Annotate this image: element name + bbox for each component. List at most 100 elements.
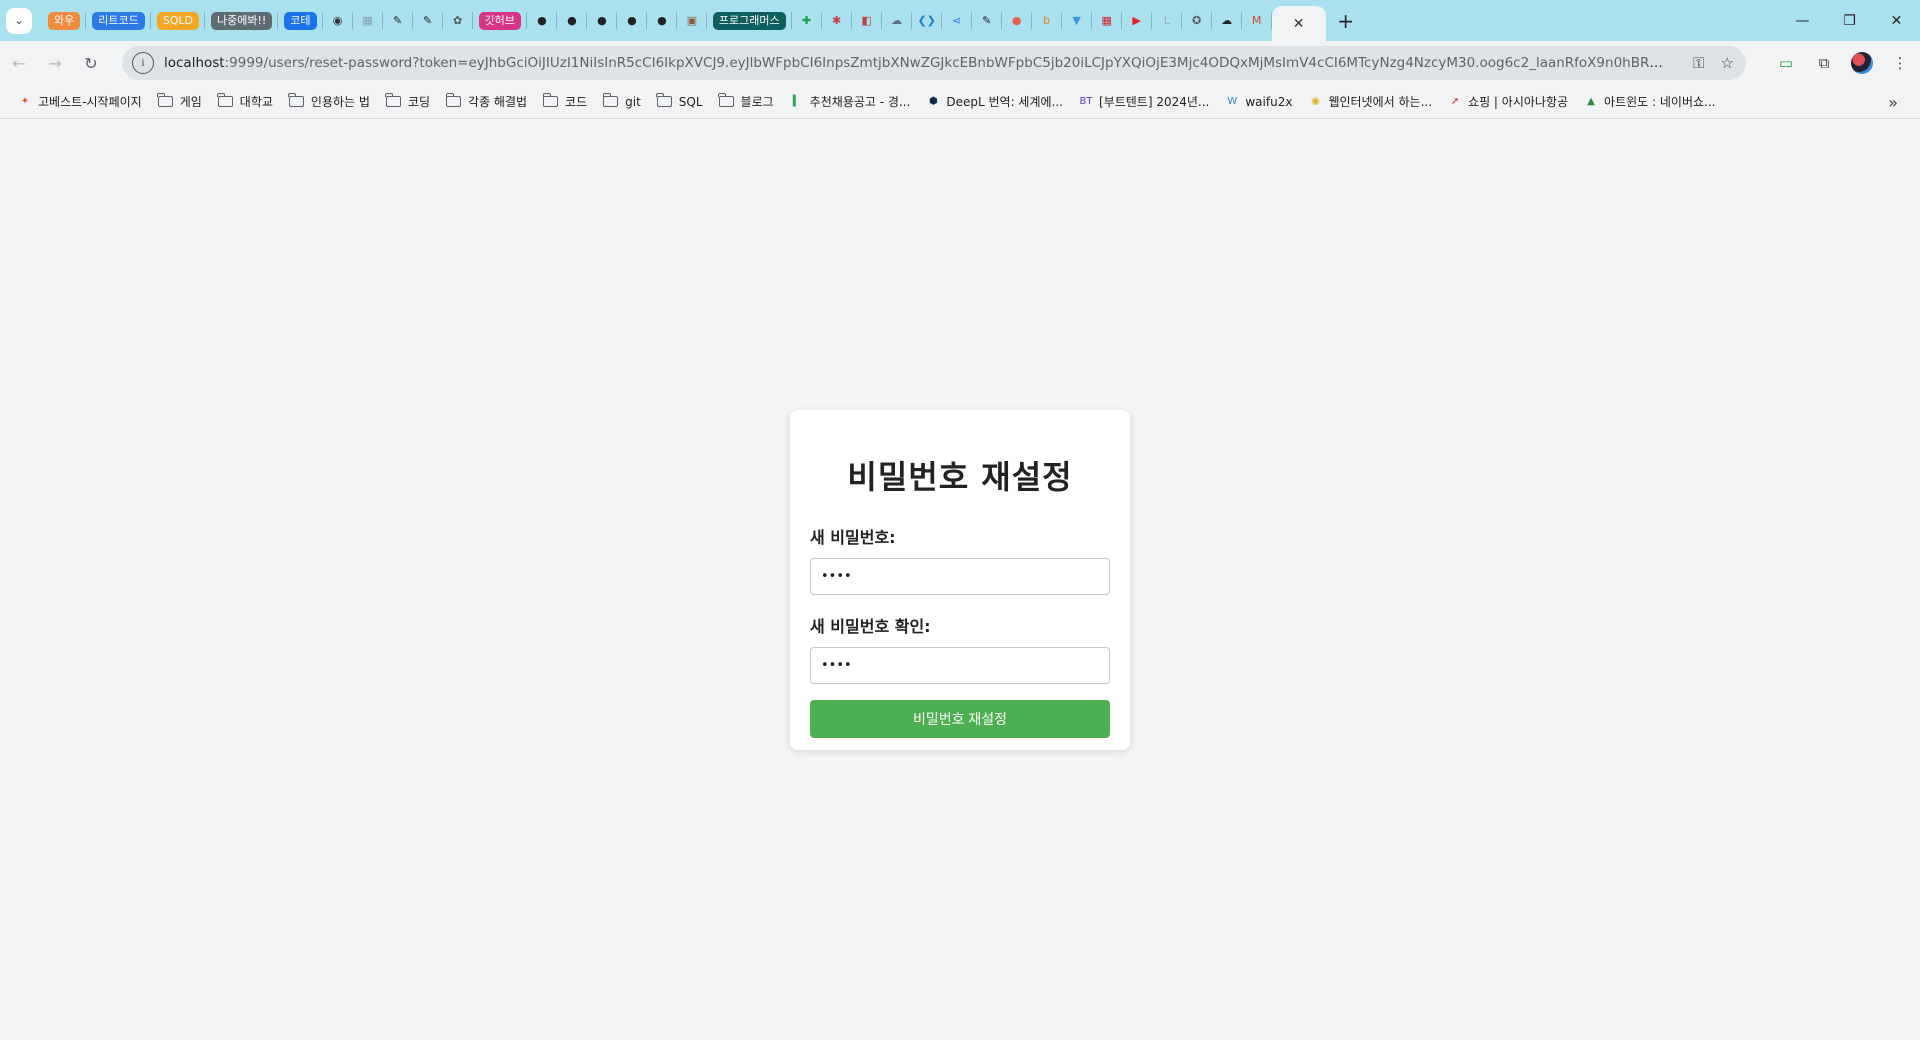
browser-tab[interactable]: ◧	[852, 0, 882, 41]
browser-toolbar: ← → ↻ i localhost:9999/users/reset-passw…	[0, 41, 1920, 85]
confirm-password-field[interactable]	[810, 647, 1110, 684]
browser-tab[interactable]: ✎	[413, 0, 443, 41]
close-window-button[interactable]: ✕	[1873, 0, 1920, 41]
doc-icon: ◧	[861, 14, 872, 27]
browser-tab[interactable]: ✎	[972, 0, 1002, 41]
settings-icon: ✪	[1192, 14, 1202, 27]
browser-tab[interactable]: ▦	[1092, 0, 1122, 41]
browser-menu-icon[interactable]: ⋮	[1886, 49, 1914, 77]
browser-tab[interactable]: ●	[647, 0, 677, 41]
browser-tab[interactable]: ◉	[323, 0, 353, 41]
bookmark-star-icon[interactable]: ☆	[1721, 54, 1734, 72]
bookmarks-overflow-button[interactable]: »	[1888, 85, 1898, 119]
bookmark-label: 코드	[565, 95, 588, 109]
profile-button[interactable]	[1848, 49, 1876, 77]
browser-tab[interactable]: ▦	[353, 0, 383, 41]
browser-tab[interactable]: ☁	[1212, 0, 1242, 41]
site-favicon-icon: ▍	[792, 96, 801, 107]
browser-tab[interactable]: 와우	[42, 0, 87, 41]
bookmark-item[interactable]: Wwaifu2x	[1217, 89, 1300, 115]
bookmark-folder[interactable]: 대학교	[210, 89, 281, 115]
new-tab-button[interactable]: +	[1332, 7, 1360, 35]
bookmark-folder[interactable]: 블로그	[711, 89, 782, 115]
extensions-puzzle-icon[interactable]: ⧉	[1810, 49, 1838, 77]
browser-tab[interactable]: ☁	[882, 0, 912, 41]
omnibox-actions: ⚿ ☆	[1693, 46, 1734, 80]
site-info-icon[interactable]: i	[132, 52, 154, 74]
browser-tab[interactable]: ●	[1002, 0, 1032, 41]
minimize-button[interactable]: —	[1779, 0, 1826, 41]
browser-tab[interactable]: ▼	[1062, 0, 1092, 41]
bookmark-label: git	[625, 94, 641, 109]
browser-tab[interactable]: b	[1032, 0, 1062, 41]
password-key-icon[interactable]: ⚿	[1693, 54, 1704, 72]
github-icon: ●	[657, 14, 667, 27]
browser-tab[interactable]: ●	[617, 0, 647, 41]
bookmark-item[interactable]: BT [부트텐트] 2024년...	[1071, 89, 1217, 115]
back-button[interactable]: ←	[2, 46, 36, 80]
browser-tab[interactable]: ▶	[1122, 0, 1152, 41]
bookmark-folder[interactable]: 게임	[150, 89, 210, 115]
browser-tab[interactable]: ●	[587, 0, 617, 41]
browser-tab[interactable]: 나중에봐!!	[205, 0, 279, 41]
openai-icon: ✿	[452, 14, 463, 27]
bookmark-folder[interactable]: 코딩	[378, 89, 438, 115]
browser-tab[interactable]: 프로그래머스	[707, 0, 792, 41]
address-bar[interactable]: i localhost:9999/users/reset-password?to…	[122, 46, 1746, 80]
bookmark-item[interactable]: ➚ 쇼핑 | 아시아나항공	[1440, 89, 1576, 115]
bookmark-item[interactable]: ✦ 고베스트-시작페이지	[10, 89, 150, 115]
maximize-button[interactable]: ❐	[1826, 0, 1873, 41]
cloud-icon: ☁	[891, 14, 903, 27]
bookmark-folder[interactable]: 인용하는 법	[281, 89, 378, 115]
photo-icon: ▣	[686, 14, 698, 27]
tab-group-label: 코테	[284, 11, 317, 30]
browser-tab[interactable]: ✱	[822, 0, 852, 41]
browser-tab[interactable]: SQLD	[151, 0, 206, 41]
bookmark-folder[interactable]: SQL	[649, 89, 711, 115]
close-tab-icon[interactable]: ✕	[1293, 16, 1305, 32]
browser-tab[interactable]: ⋖	[942, 0, 972, 41]
toolbar-right: ▭ ⧉ ⋮	[1772, 41, 1914, 85]
notion-icon: ✎	[392, 14, 403, 27]
bookmark-item[interactable]: ◉ 웹인터넷에서 하는...	[1300, 89, 1440, 115]
site-favicon-icon: ✦	[20, 96, 30, 107]
browser-tab[interactable]: ✚	[792, 0, 822, 41]
browser-tab[interactable]: 리트코드	[86, 0, 152, 41]
bookmark-folder[interactable]: git	[595, 89, 649, 115]
forward-button[interactable]: →	[38, 46, 72, 80]
browser-tab[interactable]: 깃허브	[473, 0, 528, 41]
browser-tab[interactable]: ●	[527, 0, 557, 41]
browser-tab[interactable]: ●	[557, 0, 587, 41]
reset-password-button[interactable]: 비밀번호 재설정	[810, 700, 1110, 738]
bookmark-item[interactable]: ▍ 추천채용공고 - 경...	[782, 89, 919, 115]
reload-button[interactable]: ↻	[74, 46, 108, 80]
url-text[interactable]: localhost:9999/users/reset-password?toke…	[164, 55, 1664, 71]
bookmark-folder[interactable]: 각종 해결법	[438, 89, 535, 115]
active-tab[interactable]: ✕	[1271, 6, 1326, 41]
new-password-field[interactable]	[810, 558, 1110, 595]
bookmark-item[interactable]: ▲ 아트윈도 : 네이버쇼...	[1576, 89, 1723, 115]
browser-tab[interactable]: ✪	[1182, 0, 1212, 41]
notion-icon: ✎	[422, 14, 433, 27]
folder-icon	[602, 93, 619, 107]
bookmark-item[interactable]: ⬢ DeepL 번역: 세계에...	[918, 89, 1071, 115]
extension-icon[interactable]: ▭	[1772, 49, 1800, 77]
bookmark-folder[interactable]: 코드	[535, 89, 595, 115]
folder-icon	[656, 93, 672, 107]
browser-tab[interactable]: M	[1242, 0, 1272, 41]
browser-tab[interactable]: L	[1152, 0, 1182, 41]
folder-icon	[157, 93, 173, 107]
tab-group-label: SQLD	[156, 11, 199, 30]
avatar	[1851, 52, 1873, 74]
bookmark-label: 쇼핑 | 아시아나항공	[1468, 95, 1569, 109]
browser-tab[interactable]: ❮❯	[912, 0, 942, 41]
bookmark-label: waifu2x	[1245, 94, 1293, 109]
share-icon: ⋖	[952, 14, 962, 27]
tab-search-button[interactable]: ⌄	[6, 7, 32, 34]
browser-tab[interactable]: ✿	[443, 0, 473, 41]
browser-tab[interactable]: ✎	[383, 0, 413, 41]
browser-tab[interactable]: 코테	[278, 0, 323, 41]
github-icon: ●	[537, 14, 547, 27]
browser-tab[interactable]: ▣	[677, 0, 707, 41]
red-circle-icon: ●	[1011, 14, 1022, 27]
